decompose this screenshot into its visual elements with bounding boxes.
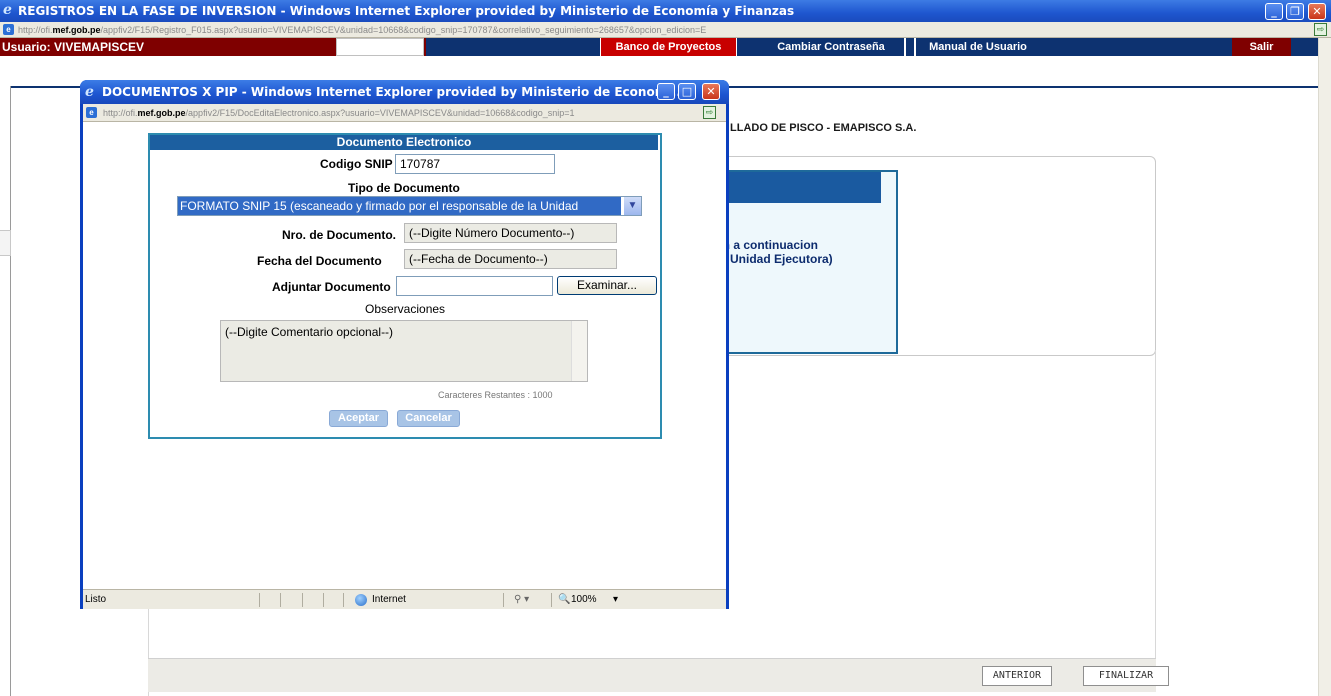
ie-logo-icon: e [85,84,94,100]
nro-documento-label: Nro. de Documento. [282,228,397,242]
globe-icon [355,594,367,606]
codigo-snip-input[interactable]: 170787 [395,154,555,174]
company-name: LLADO DE PISCO - EMAPISCO S.A. [730,122,917,134]
zone-text: Internet [372,594,406,605]
status-separator [323,593,324,607]
nav-manual-de-usuario[interactable]: Manual de Usuario [914,38,1040,56]
zoom-dropdown-icon[interactable]: ▾ [613,590,618,610]
nav-blank-cell [336,38,424,56]
status-separator [302,593,303,607]
examinar-button[interactable]: Examinar... [557,276,657,295]
go-icon[interactable]: ⇨ [1314,23,1327,36]
form-header: Documento Electronico [150,135,658,150]
status-separator [343,593,344,607]
popup-address-host: mef.gob.pe [137,108,186,118]
finalizar-button[interactable]: FINALIZAR [1083,666,1169,686]
popup-address-bar[interactable]: e http://ofi.mef.gob.pe/appfiv2/F15/DocE… [83,104,726,122]
popup-address-prefix: http://ofi. [103,108,138,118]
popup-status-bar: Listo Internet ⚲ ▾ 🔍 100% ▾ [83,589,726,609]
status-text: Listo [85,594,107,605]
observaciones-scrollbar[interactable] [571,321,587,381]
nro-documento-input[interactable]: (--Digite Número Documento--) [404,223,617,243]
fecha-documento-input[interactable]: (--Fecha de Documento--) [404,249,617,269]
page-icon: e [86,107,97,118]
anterior-button[interactable]: ANTERIOR [982,666,1052,686]
nav-cambiar-contrasena[interactable]: Cambiar Contraseña [758,38,906,56]
popup-title: DOCUMENTOS X PIP - Windows Internet Expl… [102,85,681,99]
tipo-documento-label: Tipo de Documento [348,181,460,195]
info-text-line1: an a continuacion [716,238,819,252]
fecha-documento-label: Fecha del Documento [257,254,382,268]
content-border-right [1155,350,1156,690]
left-collapse-tab[interactable] [0,230,11,256]
cancelar-button[interactable]: Cancelar [397,410,460,427]
main-window-titlebar[interactable]: e REGISTROS EN LA FASE DE INVERSION - Wi… [0,0,1331,22]
main-address-bar[interactable]: e http://ofi.mef.gob.pe/appfiv2/F15/Regi… [0,22,1331,38]
adjuntar-documento-input[interactable] [396,276,553,296]
salir-link[interactable]: Salir [1232,38,1291,56]
popup-minimize-icon[interactable]: _ [657,83,675,100]
navigation-bar: Usuario: VIVEMAPISCEV Banco de Proyectos… [0,38,1318,56]
popup-titlebar[interactable]: e DOCUMENTOS X PIP - Windows Internet Ex… [80,80,729,104]
nav-banco-de-proyectos[interactable]: Banco de Proyectos [600,38,737,56]
ie-logo-icon: e [3,2,12,18]
status-separator [259,593,260,607]
popup-go-icon[interactable]: ⇨ [703,106,716,119]
adjuntar-documento-label: Adjuntar Documento [272,280,391,294]
aceptar-button[interactable]: Aceptar [329,410,388,427]
popup-close-icon[interactable]: ✕ [702,83,720,100]
codigo-snip-label: Codigo SNIP [320,157,393,171]
popup-address-path: /appfiv2/F15/DocEditaElectronico.aspx?us… [185,108,575,118]
close-icon[interactable]: ✕ [1308,3,1326,20]
left-divider [10,86,11,696]
address-prefix: http://ofi. [18,25,53,35]
minimize-icon[interactable]: _ [1265,3,1283,20]
restore-icon[interactable]: ❐ [1286,3,1304,20]
protected-mode-icon[interactable]: ⚲ ▾ [514,590,529,610]
zoom-icon[interactable]: 🔍 [558,590,570,610]
caracteres-restantes: Caracteres Restantes : 1000 [438,390,553,400]
popup-maximize-icon[interactable]: □ [678,83,696,100]
tipo-documento-selected: FORMATO SNIP 15 (escaneado y firmado por… [178,197,621,215]
status-separator [503,593,504,607]
observaciones-textarea[interactable]: (--Digite Comentario opcional--) [220,320,588,382]
address-path: /appfiv2/F15/Registro_F015.aspx?usuario=… [100,25,707,35]
page-icon: e [3,24,14,35]
zoom-level[interactable]: 100% [571,590,597,610]
address-host: mef.gob.pe [52,25,101,35]
main-window-title: REGISTROS EN LA FASE DE INVERSION - Wind… [18,4,795,18]
main-scrollbar[interactable] [1318,38,1331,696]
info-text-line2: Unidad Ejecutora) [730,252,833,266]
status-separator [551,593,552,607]
status-separator [280,593,281,607]
observaciones-label: Observaciones [365,302,446,316]
chevron-down-icon[interactable]: ▼ [623,197,641,215]
user-label: Usuario: VIVEMAPISCEV [2,40,145,54]
